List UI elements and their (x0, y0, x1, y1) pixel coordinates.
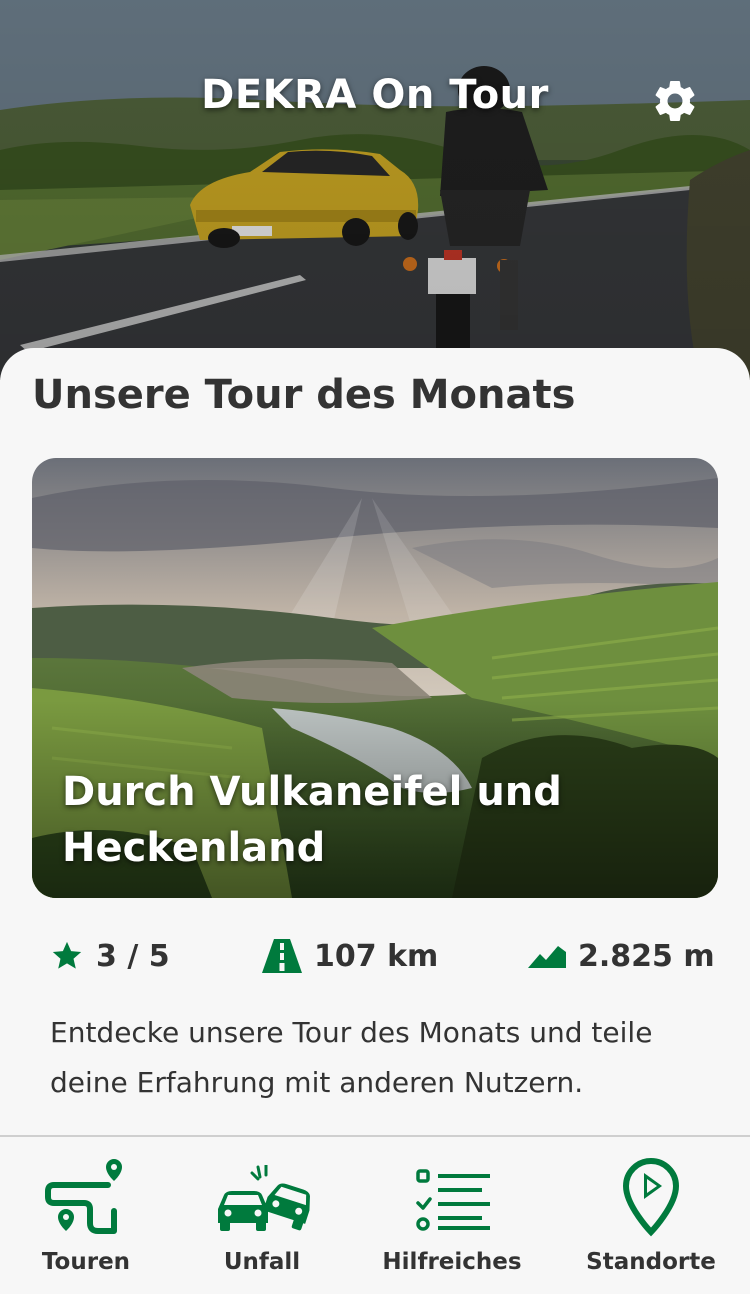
nav-item-standorte[interactable]: Standorte (580, 1137, 722, 1294)
nav-item-touren[interactable]: Touren (26, 1137, 146, 1294)
section-title: Unsere Tour des Monats (32, 372, 576, 418)
checklist-icon (416, 1169, 490, 1231)
nav-label-touren: Touren (41, 1249, 131, 1275)
mountain-icon (528, 946, 566, 968)
settings-button[interactable] (646, 72, 704, 130)
nav-label-hilfreiches: Hilfreiches (382, 1249, 522, 1275)
distance-value: 107 km (314, 938, 439, 974)
route-map-icon (45, 1159, 122, 1234)
tour-elevation: 2.825 m (528, 928, 715, 984)
elevation-value: 2.825 m (578, 938, 715, 974)
tour-name: Durch Vulkaneifel und Heckenland (62, 769, 562, 871)
star-icon (52, 941, 82, 969)
app-title: DEKRA On Tour (201, 72, 549, 118)
rating-value: 3 / 5 (96, 938, 170, 974)
nav-label-unfall: Unfall (223, 1249, 301, 1275)
gear-icon (655, 80, 695, 121)
bottom-navigation: Touren Unfall Hilfreiches Standorte (0, 1135, 750, 1294)
hero-photo-car-and-motorcycle (0, 0, 750, 380)
tour-stats: 3 / 5 107 km 2.825 m (0, 928, 750, 984)
nav-label-standorte: Standorte (586, 1249, 716, 1275)
nav-item-unfall[interactable]: Unfall (202, 1137, 322, 1294)
nav-item-hilfreiches[interactable]: Hilfreiches (372, 1137, 532, 1294)
road-icon (262, 939, 302, 973)
tour-of-month-card[interactable]: Durch Vulkaneifel und Heckenland (32, 458, 718, 898)
car-crash-icon (218, 1165, 310, 1231)
difficulty-rating: 3 / 5 (50, 928, 170, 984)
content-card: Unsere Tour des Monats Durch Vulkaneifel… (0, 348, 750, 1136)
location-pin-icon (622, 1157, 680, 1237)
tour-distance: 107 km (262, 928, 438, 984)
tour-description: Entdecke unsere Tour des Monats und teil… (50, 1016, 653, 1099)
hero-banner: DEKRA On Tour (0, 0, 750, 380)
